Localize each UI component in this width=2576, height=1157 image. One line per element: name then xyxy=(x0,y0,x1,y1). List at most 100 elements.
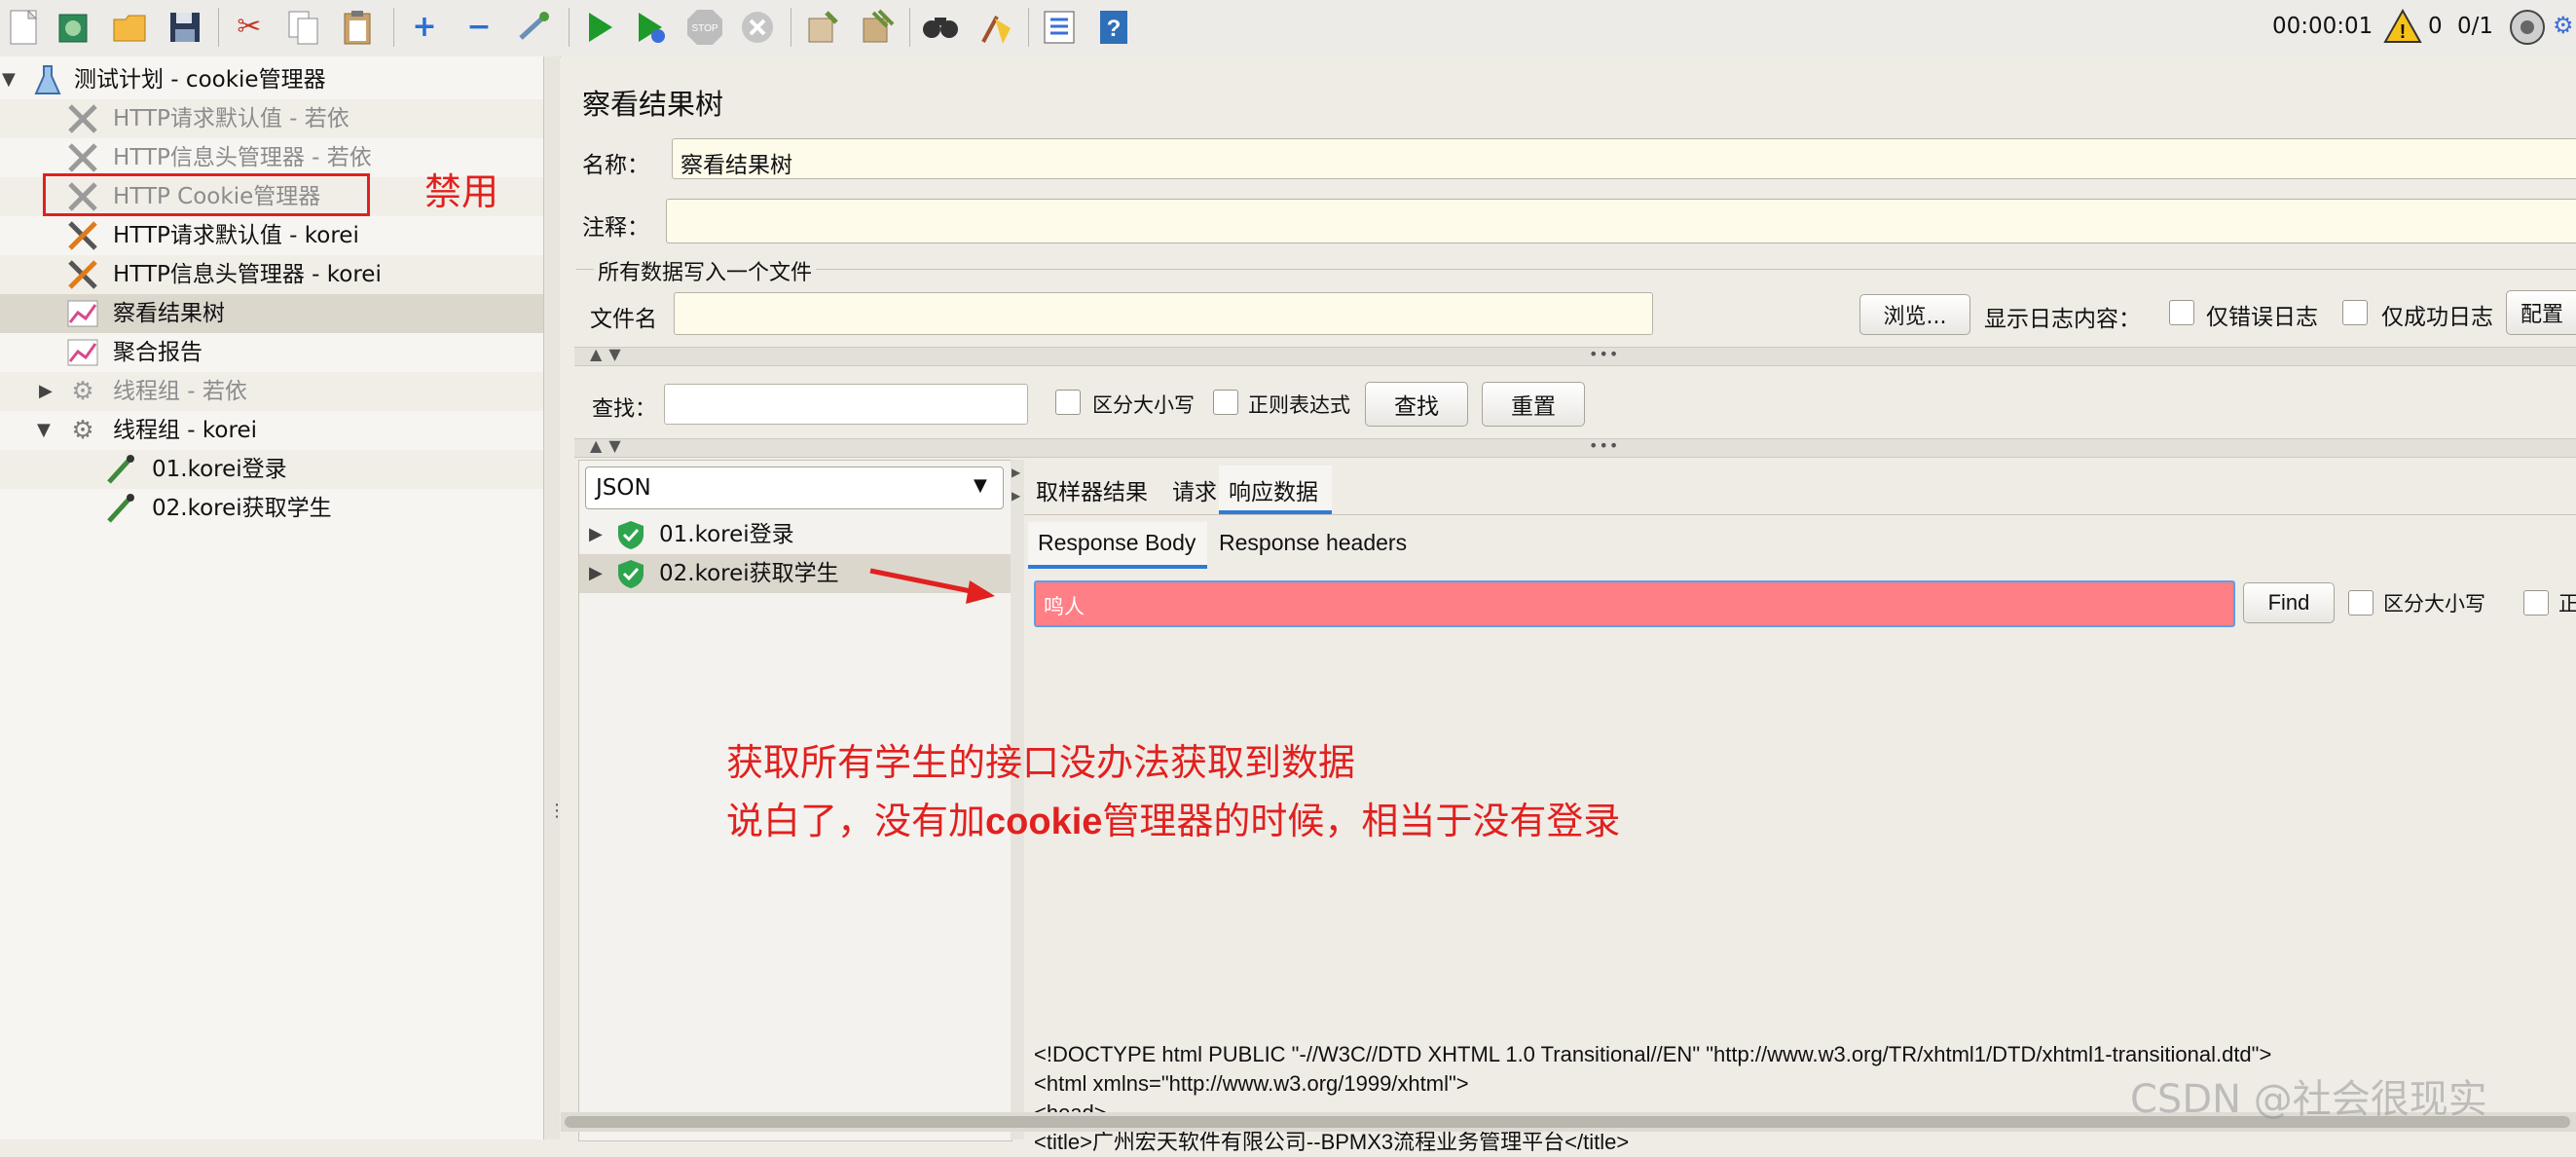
body-search-value: 鸣人 xyxy=(1044,595,1085,618)
svg-text:?: ? xyxy=(1107,16,1122,42)
clear-icon[interactable] xyxy=(800,6,843,49)
splitter-arrows-icon[interactable]: ▲ ▼ xyxy=(590,436,622,455)
collapse-icon[interactable]: − xyxy=(458,6,500,49)
name-input[interactable]: 察看结果树 xyxy=(672,138,2576,179)
body-case-label: 区分大小写 xyxy=(2383,592,2485,616)
shutdown-icon[interactable] xyxy=(736,6,779,49)
splitter-bar[interactable] xyxy=(574,438,2576,458)
find-button[interactable]: 查找 xyxy=(1365,382,1468,427)
test-plan-tree: ▼ 测试计划 - cookie管理器 HTTP请求默认值 - 若依 HTTP信息… xyxy=(0,56,544,1139)
collapse-arrow-icon[interactable]: ▼ xyxy=(37,411,51,450)
expand-arrow-icon[interactable]: ▶ xyxy=(589,554,603,593)
annotation-arrow xyxy=(869,568,995,604)
search-input[interactable] xyxy=(664,384,1028,425)
search-case-checkbox[interactable] xyxy=(1055,390,1081,415)
result-row[interactable]: ▶ 01.korei登录 xyxy=(579,515,1012,554)
chevron-down-icon: ▼ xyxy=(974,475,987,496)
tree-item-http-defaults-korei[interactable]: HTTP请求默认值 - korei xyxy=(0,216,543,255)
new-file-icon[interactable] xyxy=(2,6,45,49)
paste-icon[interactable] xyxy=(337,6,380,49)
save-icon[interactable] xyxy=(164,6,206,49)
subtab-response-body[interactable]: Response Body xyxy=(1028,522,1207,569)
pane-splitter[interactable]: ⋮ xyxy=(544,56,566,1139)
response-line: <!DOCTYPE html PUBLIC "-//W3C//DTD XHTML… xyxy=(1034,1042,2272,1066)
svg-text:STOP: STOP xyxy=(691,23,718,34)
wrench-icon xyxy=(66,219,99,252)
search-icon[interactable] xyxy=(919,6,962,49)
expand-icon[interactable]: + xyxy=(403,6,446,49)
tree-item-label: HTTP请求默认值 - korei xyxy=(113,223,359,248)
splitter-bar[interactable] xyxy=(574,347,2576,366)
tree-item-thread-group-ruoyi[interactable]: ▶ ⚙ 线程组 - 若依 xyxy=(0,372,543,411)
flask-icon xyxy=(31,63,64,96)
body-find-button[interactable]: Find xyxy=(2243,582,2335,623)
file-section-title: 所有数据写入一个文件 xyxy=(594,255,817,286)
errors-only-label: 仅错误日志 xyxy=(2206,305,2318,330)
success-only-checkbox[interactable] xyxy=(2342,300,2368,325)
subtab-response-headers[interactable]: Response headers xyxy=(1219,530,1407,556)
browse-button[interactable]: 浏览... xyxy=(1859,294,1970,335)
renderer-select[interactable]: JSON ▼ xyxy=(585,467,1004,509)
tree-item-label: 02.korei获取学生 xyxy=(152,496,332,521)
tab-response-data[interactable]: 响应数据 xyxy=(1219,466,1332,514)
tree-root-row[interactable]: ▼ 测试计划 - cookie管理器 xyxy=(0,60,543,99)
log-viewer-icon[interactable]: ⚙ xyxy=(2553,12,2574,39)
cut-icon[interactable]: ✂ xyxy=(228,6,271,49)
clear-all-icon[interactable] xyxy=(855,6,898,49)
comment-input[interactable] xyxy=(666,199,2576,243)
view-results-tree-panel: 察看结果树 名称： 察看结果树 注释： 所有数据写入一个文件 文件名 浏览...… xyxy=(561,56,2576,1154)
pipette-icon xyxy=(103,492,136,525)
collapse-arrow-icon[interactable]: ▼ xyxy=(2,60,16,99)
start-icon[interactable] xyxy=(578,6,621,49)
tree-item-aggregate-report[interactable]: 聚合报告 xyxy=(0,333,543,372)
body-regex-label: 正则表 xyxy=(2558,592,2576,616)
tree-item-label: 01.korei登录 xyxy=(152,457,287,482)
tab-response-data-label: 响应数据 xyxy=(1229,480,1318,505)
tree-item-thread-group-korei[interactable]: ▼ ⚙ 线程组 - korei xyxy=(0,411,543,450)
tree-item-view-results-tree[interactable]: 察看结果树 xyxy=(0,294,543,333)
stop-icon[interactable]: STOP xyxy=(683,6,726,49)
name-label: 名称： xyxy=(582,153,649,178)
open-folder-icon[interactable] xyxy=(109,6,152,49)
tree-item-http-defaults-ruoyi[interactable]: HTTP请求默认值 - 若依 xyxy=(0,99,543,138)
remote-status-icon[interactable] xyxy=(2508,8,2547,51)
annotation-line-2-bold: cookie xyxy=(985,802,1103,842)
reset-button[interactable]: 重置 xyxy=(1482,382,1585,427)
copy-icon[interactable] xyxy=(282,6,325,49)
body-regex-checkbox[interactable] xyxy=(2523,590,2549,616)
tree-item-label: HTTP请求默认值 - 若依 xyxy=(113,106,350,131)
pipette-icon xyxy=(103,453,136,486)
tree-item-label: 察看结果树 xyxy=(113,301,225,326)
search-regex-checkbox[interactable] xyxy=(1213,390,1238,415)
result-label: 02.korei获取学生 xyxy=(659,561,839,586)
start-no-pauses-icon[interactable] xyxy=(629,6,672,49)
subtab-response-body-label: Response Body xyxy=(1038,530,1196,555)
tree-item-korei-get-students[interactable]: 02.korei获取学生 xyxy=(0,489,543,528)
wrench-icon xyxy=(66,102,99,135)
tab-request[interactable]: 请求 xyxy=(1172,473,1217,506)
tree-item-header-manager-korei[interactable]: HTTP信息头管理器 - korei xyxy=(0,255,543,294)
toggle-icon[interactable] xyxy=(512,6,555,49)
configure-button[interactable]: 配置 xyxy=(2506,290,2576,335)
help-icon[interactable]: ? xyxy=(1092,6,1135,49)
splitter-arrows-icon[interactable]: ▲ ▼ xyxy=(590,345,622,363)
filename-input[interactable] xyxy=(674,292,1653,335)
function-helper-icon[interactable] xyxy=(1038,6,1081,49)
renderer-value: JSON xyxy=(596,475,651,501)
errors-only-checkbox[interactable] xyxy=(2169,300,2194,325)
body-case-checkbox[interactable] xyxy=(2348,590,2374,616)
templates-icon[interactable] xyxy=(53,6,95,49)
tree-root-label: 测试计划 - cookie管理器 xyxy=(74,67,326,93)
log-content-label: 显示日志内容： xyxy=(1984,307,2141,332)
splitter-grip-icon[interactable]: ••• xyxy=(1589,345,1619,363)
expand-arrow-icon[interactable]: ▶ xyxy=(589,515,603,554)
svg-text:!: ! xyxy=(2400,21,2407,43)
warning-icon[interactable]: ! xyxy=(2383,8,2422,49)
tree-item-korei-login[interactable]: 01.korei登录 xyxy=(0,450,543,489)
wrench-icon xyxy=(66,258,99,291)
expand-arrow-icon[interactable]: ▶ xyxy=(39,372,53,411)
splitter-grip-icon[interactable]: ••• xyxy=(1589,436,1619,455)
tab-sampler-result[interactable]: 取样器结果 xyxy=(1036,473,1148,506)
reset-search-icon[interactable] xyxy=(974,6,1016,49)
body-search-input[interactable]: 鸣人 xyxy=(1034,580,2235,627)
